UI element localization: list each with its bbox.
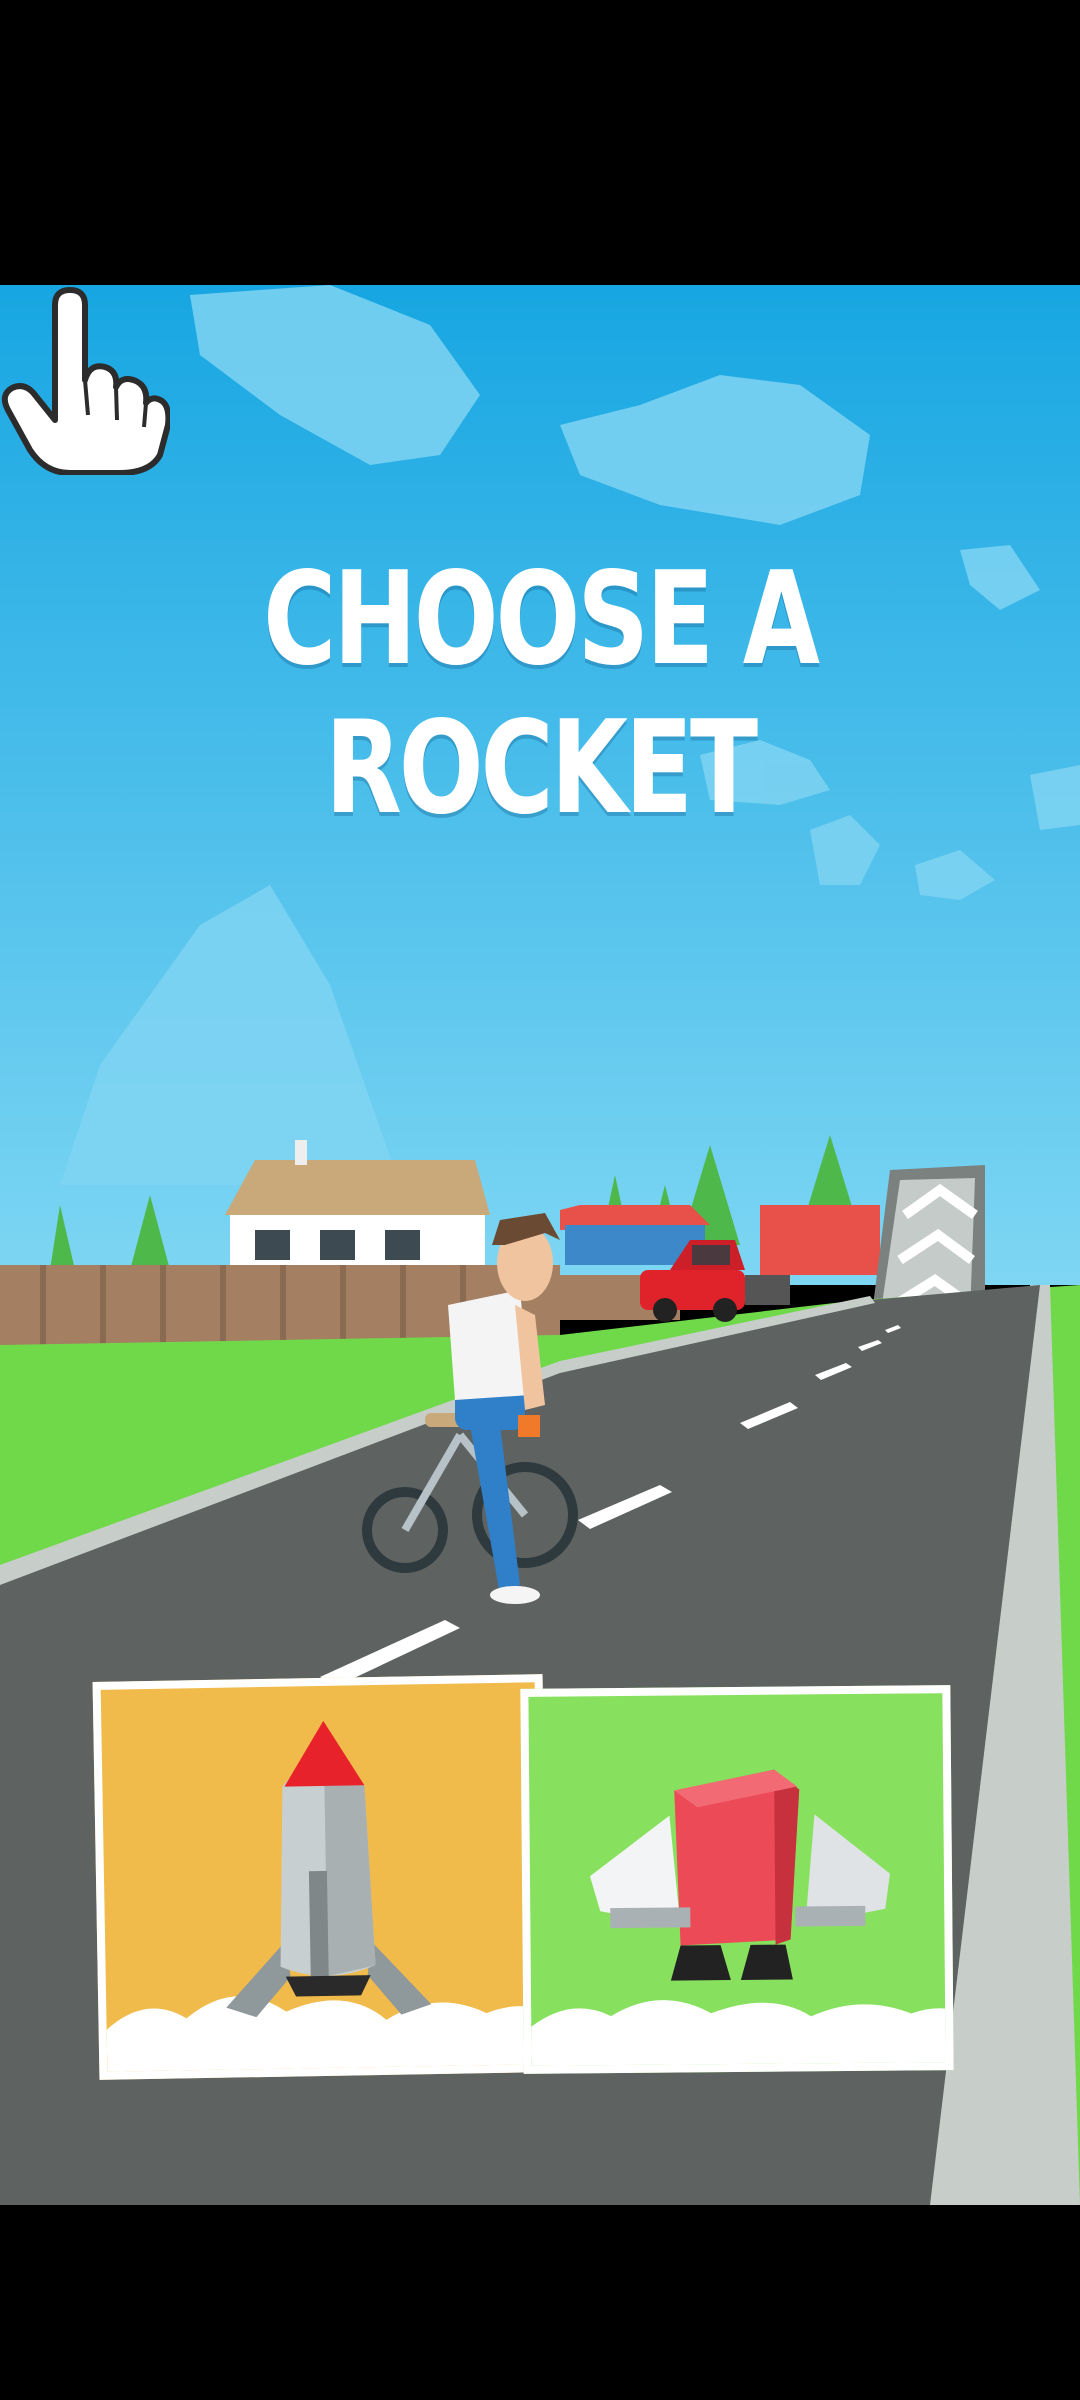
choose-rocket-title: CHOOSE A ROCKET xyxy=(263,545,820,843)
letterbox-bottom xyxy=(0,2205,1080,2400)
classic-rocket-option[interactable] xyxy=(92,1674,550,2080)
game-scene[interactable]: CHOOSE A ROCKET xyxy=(0,285,1080,2205)
house xyxy=(225,1140,490,1280)
letterbox-top xyxy=(0,0,1080,285)
jetpack-rocket-option[interactable] xyxy=(520,1685,954,2074)
classic-rocket-icon xyxy=(106,1720,550,2080)
jetpack-icon xyxy=(531,1769,954,2074)
tap-hand-icon xyxy=(1,287,170,475)
